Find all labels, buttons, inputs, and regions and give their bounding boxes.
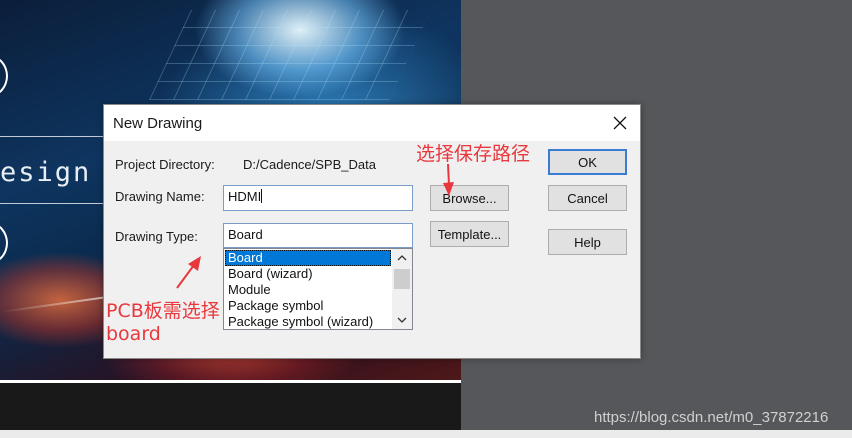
circuit-chip-graphic [149,10,431,100]
arrow-annotation-icon [443,163,454,196]
project-directory-label: Project Directory: [115,157,215,172]
list-item-board-wizard[interactable]: Board (wizard) [225,266,391,282]
ok-button[interactable]: OK [548,149,627,175]
close-icon [613,116,627,130]
scroll-up-button[interactable] [392,249,412,267]
save-path-annotation: 选择保存路径 [416,143,531,165]
list-item-package-symbol-wizard[interactable]: Package symbol (wizard) [225,314,391,329]
list-item-package-symbol[interactable]: Package symbol [225,298,391,314]
dialog-titlebar[interactable]: New Drawing [104,105,640,141]
pcb-annotation-line2: board [106,323,161,345]
drawing-type-list[interactable]: Board Board (wizard) Module Package symb… [223,248,413,330]
drawing-name-input[interactable]: HDMI [223,185,413,211]
drawing-name-text: HDMI [228,189,262,204]
scroll-down-icon [397,317,407,323]
scroll-up-icon [397,255,407,261]
splash-footer-bar [0,383,461,430]
arrow-annotation-icon [176,256,201,289]
splash-text: esign [0,157,92,188]
drawing-type-combobox[interactable]: Board [223,223,413,248]
scroll-thumb[interactable] [394,269,410,289]
close-button[interactable] [600,105,640,141]
text-cursor [261,189,263,203]
cancel-button[interactable]: Cancel [548,185,627,211]
decorative-arc [0,55,8,97]
project-directory-value: D:/Cadence/SPB_Data [243,157,376,172]
list-item-module[interactable]: Module [225,282,391,298]
list-item-board[interactable]: Board [225,250,391,266]
pcb-annotation-line1: PCB板需选择 [106,300,220,322]
drawing-name-label: Drawing Name: [115,189,205,204]
decorative-arc [0,222,8,264]
dialog-title: New Drawing [113,115,203,132]
list-scrollbar[interactable] [392,249,412,329]
bottom-strip [0,430,852,438]
watermark: https://blog.csdn.net/m0_37872216 [594,409,829,426]
template-button[interactable]: Template... [430,221,509,247]
drawing-type-label: Drawing Type: [115,229,198,244]
help-button[interactable]: Help [548,229,627,255]
scroll-down-button[interactable] [392,311,412,329]
